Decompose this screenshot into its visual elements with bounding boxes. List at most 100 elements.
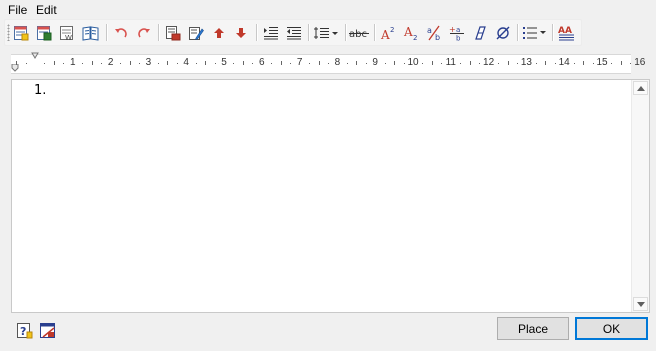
first-line-indent-marker[interactable] <box>11 64 20 72</box>
ruler-half-tick <box>507 61 509 65</box>
toolbar-grip[interactable] <box>7 24 10 41</box>
ruler-dot <box>365 63 367 64</box>
strikethrough-icon: abc <box>349 29 369 39</box>
edit-style-button[interactable]: W <box>57 23 77 42</box>
ruler-number: 15 <box>596 57 608 68</box>
ruler-dot <box>403 63 405 64</box>
oblique-button[interactable] <box>470 23 490 42</box>
strikethrough-button[interactable]: abc <box>348 23 370 42</box>
ruler-number: 6 <box>259 57 265 68</box>
settings-button[interactable] <box>39 322 56 339</box>
ruler-dot <box>25 63 27 64</box>
help-icon: ? <box>17 323 33 339</box>
svg-text:a: a <box>427 26 432 35</box>
place-button[interactable]: Place <box>497 317 569 340</box>
ruler-half-tick <box>129 61 131 65</box>
svg-text:b: b <box>456 34 461 41</box>
scroll-down-button[interactable] <box>633 297 648 311</box>
undo-button[interactable] <box>111 23 131 42</box>
text-editor[interactable]: 1. <box>11 79 650 313</box>
ruler-dot <box>498 63 500 64</box>
select-all-button[interactable] <box>163 23 183 42</box>
text-style-button[interactable]: AA <box>556 23 576 42</box>
ruler-dot <box>592 63 594 64</box>
save-style-button[interactable] <box>34 23 54 42</box>
ruler-dot <box>101 63 103 64</box>
ok-button[interactable]: OK <box>575 317 648 340</box>
numbered-list-dropdown[interactable] <box>521 23 548 42</box>
book-button[interactable] <box>80 23 100 42</box>
svg-text:+: + <box>449 25 456 34</box>
ruler-number: 11 <box>445 57 456 68</box>
indent-right-icon <box>287 26 301 39</box>
ruler-dot <box>290 63 292 64</box>
scroll-down-icon <box>636 301 645 307</box>
ruler-dot <box>120 63 122 64</box>
move-up-icon <box>214 27 224 38</box>
ruler-number: 7 <box>296 57 303 68</box>
svg-text:a: a <box>456 26 460 34</box>
ruler-dot <box>460 63 462 64</box>
redo-icon <box>138 27 150 37</box>
select-all-icon <box>166 25 181 40</box>
ruler-dot <box>63 63 65 64</box>
edit-text-button[interactable] <box>186 23 206 42</box>
svg-text:A: A <box>380 28 390 40</box>
ruler-dot <box>157 63 159 64</box>
ruler-number: 1 <box>70 57 76 68</box>
vertical-scrollbar[interactable] <box>631 80 649 312</box>
help-button[interactable]: ? <box>16 322 33 339</box>
scroll-up-icon <box>636 85 645 91</box>
scroll-up-button[interactable] <box>633 81 648 95</box>
menu-file[interactable]: File <box>8 3 27 17</box>
window-settings-icon <box>40 323 55 338</box>
diameter-button[interactable] <box>493 23 513 42</box>
ruler-dot <box>479 63 481 64</box>
fraction-icon: ab <box>427 25 440 41</box>
move-down-button[interactable] <box>231 23 251 42</box>
move-up-button[interactable] <box>209 23 229 42</box>
indent-right-button[interactable] <box>284 23 304 42</box>
oblique-icon <box>475 25 486 40</box>
indent-left-button[interactable] <box>261 23 281 42</box>
ruler-dot <box>611 63 613 64</box>
menu-bar: File Edit <box>0 0 656 19</box>
editor-text[interactable]: 1. <box>34 83 46 98</box>
ruler-dot <box>176 63 178 64</box>
subscript-button[interactable]: A2 <box>401 23 421 42</box>
ruler-half-tick <box>545 61 547 65</box>
line-spacing-dropdown[interactable] <box>312 23 340 42</box>
ruler[interactable]: 1 2 3 4 5 6 7 8 9 10 11 12 13 14 15 16 <box>11 52 645 74</box>
ruler-half-tick <box>431 61 433 65</box>
ruler-dot <box>346 63 348 64</box>
ruler-half-tick <box>242 61 244 65</box>
tab-stop-marker[interactable] <box>31 52 39 60</box>
superscript-button[interactable]: A2 <box>378 23 398 42</box>
save-style-icon <box>37 25 52 40</box>
new-style-icon <box>14 25 29 40</box>
ruler-dot <box>441 63 443 64</box>
ruler-number: 10 <box>407 57 419 68</box>
edit-style-icon: W <box>60 25 73 41</box>
ruler-half-tick <box>53 61 55 65</box>
ruler-dot <box>309 63 311 64</box>
ruler-number: 3 <box>145 57 152 68</box>
ruler-number: 14 <box>558 57 570 68</box>
ruler-dot <box>554 63 556 64</box>
svg-text:2: 2 <box>413 34 417 40</box>
ruler-dot <box>535 63 537 64</box>
fraction-button[interactable]: ab <box>424 23 444 42</box>
move-down-icon <box>236 27 246 38</box>
ruler-half-tick <box>318 61 320 65</box>
text-style-icon: AA <box>558 26 574 40</box>
superscript-icon: A2 <box>380 26 394 40</box>
stacked-fraction-button[interactable]: a b + <box>447 23 467 42</box>
ruler-number: 4 <box>183 57 189 68</box>
new-style-button[interactable] <box>11 23 31 42</box>
svg-text:2: 2 <box>390 26 394 34</box>
ruler-dot <box>233 63 235 64</box>
menu-edit[interactable]: Edit <box>36 3 57 17</box>
redo-button[interactable] <box>134 23 154 42</box>
ruler-dot <box>327 63 329 64</box>
svg-text:?: ? <box>20 325 26 338</box>
